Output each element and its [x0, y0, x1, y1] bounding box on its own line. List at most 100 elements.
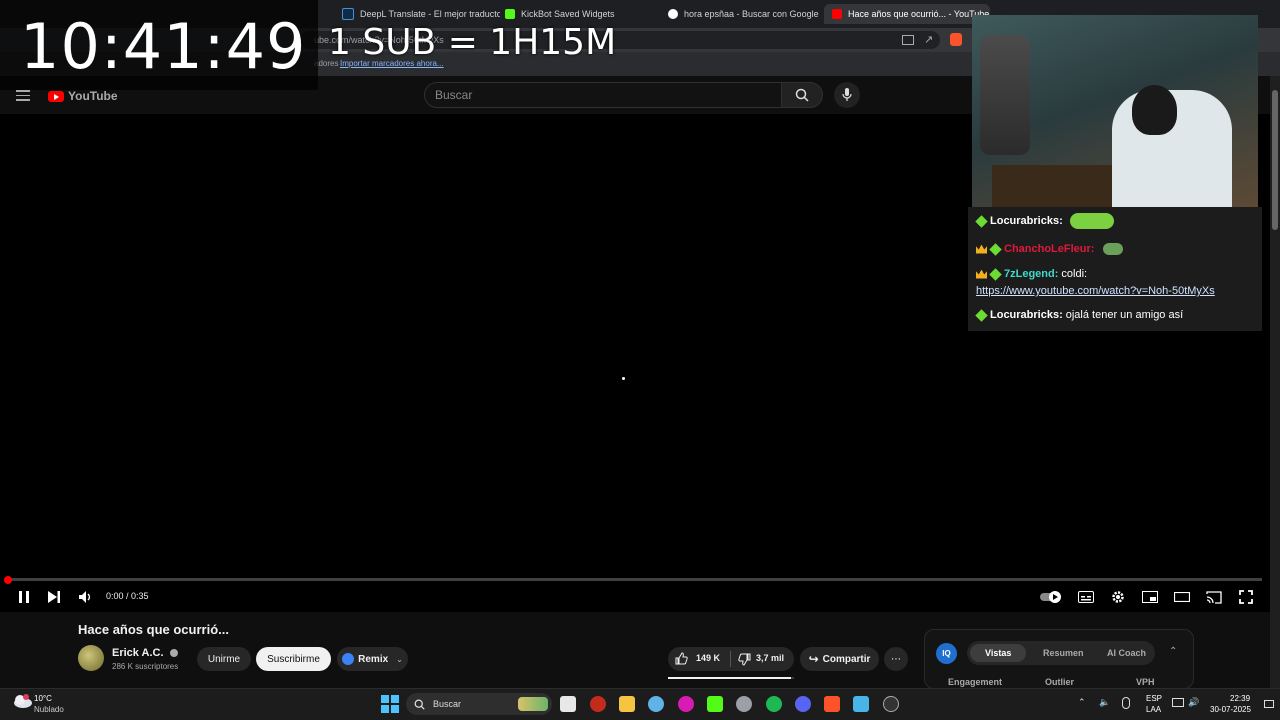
share-button[interactable]: ↪ Compartir	[800, 647, 879, 671]
share-arrow-icon: ↪	[808, 652, 819, 666]
taskbar-clock-date[interactable]: 30-07-2025	[1210, 705, 1251, 714]
dislike-count: 3,7 mil	[756, 653, 785, 663]
search-highlight-icon	[518, 697, 548, 711]
subscribe-button[interactable]: Suscribirme	[256, 647, 331, 671]
fullscreen-button[interactable]	[1237, 588, 1255, 606]
youtube-logo[interactable]: YouTube	[48, 89, 118, 103]
notepad-icon[interactable]	[853, 696, 869, 712]
taskbar-search[interactable]: Buscar	[406, 693, 552, 715]
scrollbar-thumb[interactable]	[1272, 90, 1278, 230]
network-tray-icon[interactable]	[1172, 698, 1184, 707]
hamburger-menu-icon[interactable]	[16, 90, 30, 101]
app-gray-icon[interactable]	[736, 696, 752, 712]
deepl-favicon-icon	[342, 8, 354, 20]
browser-icon[interactable]	[648, 696, 664, 712]
spotify-icon[interactable]	[766, 696, 782, 712]
next-video-button[interactable]	[45, 588, 63, 606]
tab-label: Hace años que ocurrió... - YouTube	[848, 9, 990, 19]
more-actions-button[interactable]: ⋯	[884, 647, 908, 671]
search-icon	[414, 699, 425, 710]
tray-chevron-up-icon[interactable]: ⌃	[1078, 697, 1086, 708]
settings-button[interactable]	[1109, 588, 1127, 606]
frog-emote-icon	[1069, 213, 1114, 229]
tab-label: DeepL Translate - El mejor traductor	[360, 9, 500, 19]
chevron-down-icon[interactable]: ⌄	[396, 655, 403, 664]
join-button[interactable]: Unirme	[197, 647, 251, 671]
channel-name[interactable]: Erick A.C.	[112, 647, 178, 659]
remix-button[interactable]: Remix ⌄	[337, 647, 408, 671]
like-button[interactable]	[675, 652, 688, 670]
chat-text: ojalá tener un amigo así	[1065, 309, 1184, 321]
google-favicon-icon	[668, 9, 678, 19]
cast-button[interactable]	[1205, 588, 1223, 606]
speaker-tray-icon[interactable]: 🔈	[1099, 697, 1110, 708]
notifications-icon[interactable]	[1264, 700, 1274, 708]
share-page-icon[interactable]: ↗	[924, 33, 933, 46]
dislike-button[interactable]	[738, 653, 751, 671]
kick-icon[interactable]	[707, 696, 723, 712]
volume-button[interactable]	[77, 588, 95, 606]
chat-username: 7zLegend:	[1004, 268, 1059, 280]
share-label: Compartir	[822, 653, 871, 665]
tab-label: KickBot Saved Widgets	[521, 9, 615, 19]
youtube-search-input[interactable]: Buscar	[424, 82, 782, 108]
weather-temperature: 10°C	[34, 694, 52, 703]
iq-tab-resumen[interactable]: Resumen	[1043, 648, 1084, 658]
language-indicator[interactable]: ESP	[1146, 694, 1162, 703]
keyboard-layout-indicator[interactable]: LAA	[1146, 705, 1161, 714]
person-head-shape	[1132, 85, 1177, 135]
tab-kickbot[interactable]: KickBot Saved Widgets	[497, 4, 663, 24]
thumbs-up-icon	[675, 652, 688, 665]
brave-shield-icon[interactable]	[950, 33, 962, 46]
youtube-logo-text: YouTube	[68, 89, 118, 103]
taskbar-clock-time[interactable]: 22:39	[1230, 694, 1250, 703]
microphone-tray-icon[interactable]	[1122, 697, 1130, 709]
gem-badge-icon	[989, 267, 1002, 281]
miniplayer-button[interactable]	[1141, 588, 1159, 606]
iq-tab-ai-coach[interactable]: AI Coach	[1107, 648, 1146, 658]
cloudy-weather-icon[interactable]	[11, 693, 33, 709]
like-ratio-fill	[668, 677, 791, 679]
youtube-favicon-icon	[832, 9, 842, 19]
voice-search-button[interactable]	[834, 82, 860, 108]
iq-tab-vistas[interactable]: Vistas	[985, 648, 1011, 658]
microphone-icon	[842, 88, 852, 101]
verified-icon	[169, 649, 178, 658]
progress-scrubber-handle[interactable]	[4, 576, 12, 584]
obs-icon[interactable]	[883, 696, 899, 712]
volume-tray-icon[interactable]: 🔊	[1188, 697, 1199, 708]
crown-badge-icon	[976, 269, 987, 279]
snipping-tool-icon[interactable]	[560, 696, 576, 712]
windows-start-icon[interactable]	[381, 695, 399, 713]
mouse-cursor	[622, 377, 625, 380]
autoplay-toggle[interactable]	[1040, 588, 1064, 606]
file-explorer-icon[interactable]	[619, 696, 635, 712]
subscriber-count: 286 K suscriptores	[112, 662, 179, 671]
app-magenta-icon[interactable]	[678, 696, 694, 712]
taskbar-search-label: Buscar	[433, 699, 462, 709]
collapse-chevron-up-icon[interactable]: ⌃	[1169, 646, 1177, 657]
theater-mode-button[interactable]	[1173, 588, 1191, 606]
like-ratio-bar	[668, 677, 794, 679]
cast-icon[interactable]	[902, 35, 914, 45]
subtitles-button[interactable]	[1077, 588, 1095, 606]
crown-badge-icon	[976, 244, 987, 254]
brave-browser-icon[interactable]	[824, 696, 840, 712]
video-title: Hace años que ocurrió...	[78, 622, 229, 637]
like-separator	[730, 651, 731, 667]
search-button[interactable]	[781, 82, 823, 108]
chat-username: Locurabricks:	[990, 309, 1063, 321]
tab-youtube-active[interactable]: Hace años que ocurrió... - YouTube ✕	[824, 4, 990, 24]
pause-button[interactable]	[15, 588, 33, 606]
tab-google[interactable]: hora epsñaa - Buscar con Google	[660, 4, 826, 24]
tab-deepl[interactable]: DeepL Translate - El mejor traductor	[334, 4, 500, 24]
chat-message: 7zLegend: coldi:	[976, 267, 1087, 281]
discord-icon[interactable]	[795, 696, 811, 712]
video-progress-bar[interactable]	[6, 578, 1262, 581]
channel-avatar[interactable]	[78, 645, 104, 671]
iq-logo-icon: IQ	[936, 643, 957, 664]
app-red-circle-icon[interactable]	[590, 696, 606, 712]
skip-next-icon	[48, 591, 60, 603]
windows-taskbar	[0, 688, 1280, 720]
chat-link[interactable]: https://www.youtube.com/watch?v=Noh-50tM…	[976, 285, 1215, 297]
